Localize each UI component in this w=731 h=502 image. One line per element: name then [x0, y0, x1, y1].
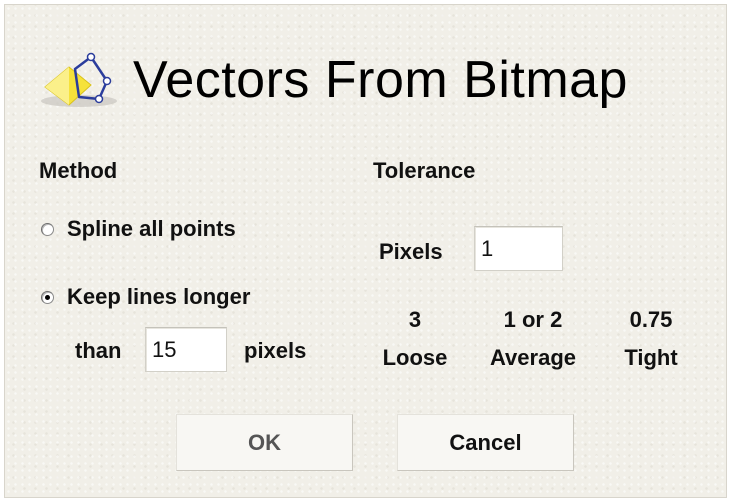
tolerance-value-loose: 3 — [408, 307, 422, 332]
tolerance-pixels-label: Pixels — [379, 239, 443, 264]
tolerance-label-average: Average — [489, 345, 576, 370]
tolerance-heading: Tolerance — [373, 158, 476, 183]
cancel-button[interactable]: Cancel — [397, 414, 574, 471]
tolerance-label-loose: Loose — [382, 345, 448, 370]
tolerance-scale-tight: 0.75 Tight — [609, 301, 693, 377]
radio-keep-lines-longer[interactable]: Keep lines longer — [41, 284, 250, 310]
pixels-unit-label: pixels — [244, 338, 307, 363]
vectors-from-bitmap-dialog: Vectors From Bitmap Method Spline all po… — [4, 4, 727, 498]
tolerance-scale-average: 1 or 2 Average — [475, 301, 591, 377]
min-line-length-input[interactable] — [145, 327, 227, 372]
radio-button-unchecked[interactable] — [41, 222, 54, 236]
dialog-header: Vectors From Bitmap — [35, 45, 628, 115]
ok-button[interactable]: OK — [176, 414, 353, 471]
radio-button-checked[interactable] — [41, 290, 54, 304]
radio-spline-all-points[interactable]: Spline all points — [41, 216, 236, 242]
than-label: than — [75, 338, 122, 363]
tolerance-value-average: 1 or 2 — [503, 307, 563, 332]
tolerance-pixels-input[interactable] — [474, 226, 563, 271]
radio-label-keep-lines-longer: Keep lines longer — [67, 284, 251, 309]
tolerance-scale-loose: 3 Loose — [369, 301, 461, 377]
vector-bitmap-app-icon — [35, 47, 123, 113]
tolerance-label-tight: Tight — [624, 345, 678, 370]
radio-label-spline-all-points: Spline all points — [67, 216, 236, 241]
tolerance-value-tight: 0.75 — [629, 307, 673, 332]
method-heading: Method — [39, 158, 118, 183]
dialog-title: Vectors From Bitmap — [133, 51, 628, 109]
